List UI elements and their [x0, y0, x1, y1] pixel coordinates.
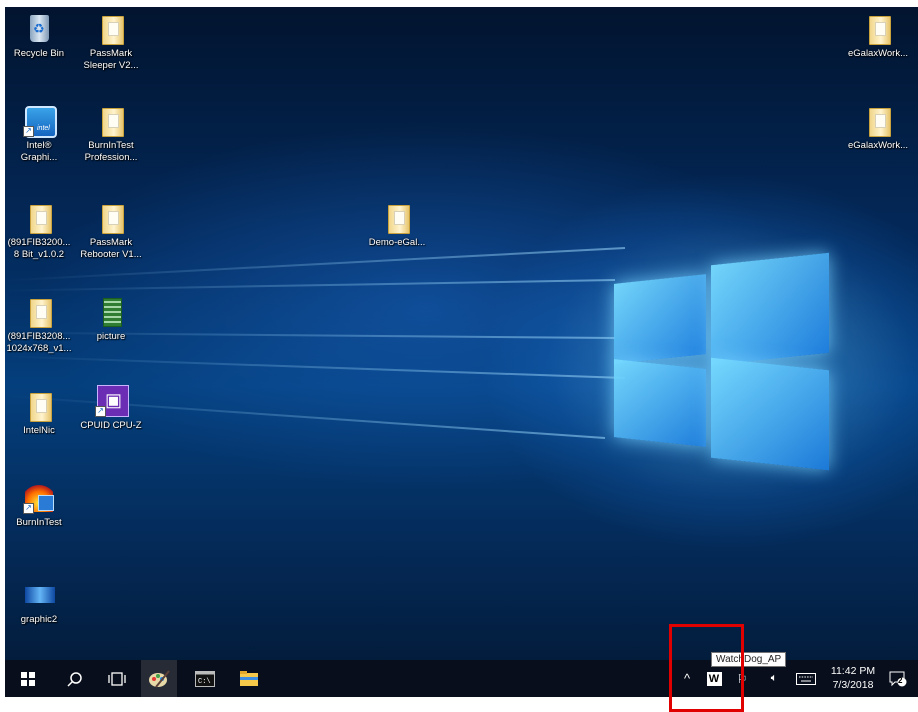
action-center-icon[interactable]: 2 [885, 660, 911, 697]
icon-label: picture [96, 331, 126, 342]
clock-time: 11:42 PM [830, 665, 876, 677]
graphic2-glyph [23, 579, 55, 611]
shortcut-arrow-icon: ↗ [95, 406, 106, 417]
task-view-icon[interactable] [103, 660, 131, 697]
folder-891fib3208-icon[interactable]: (891FIB3208... 1024x768_v1... [5, 296, 75, 355]
folder-icon [95, 202, 127, 234]
egalaxwork-1-icon[interactable]: eGalaxWork... [842, 13, 914, 60]
icon-label: BurnInTest Profession... [84, 140, 138, 163]
icon-label: eGalaxWork... [847, 48, 908, 59]
desktop: Recycle Bin PassMark Sleeper V2... ↗ Int… [5, 7, 918, 697]
logo-pane [614, 274, 706, 364]
demo-egalax-icon[interactable]: Demo-eGal... [361, 202, 433, 249]
icon-label: Intel® Graphi... [20, 140, 58, 163]
folder-icon [23, 202, 55, 234]
shortcut-arrow-icon: ↗ [23, 126, 34, 137]
notification-count: 2 [898, 676, 903, 685]
folder-891fib3200-icon[interactable]: (891FIB3200... 8 Bit_v1.0.2 [5, 202, 75, 261]
icon-label: Recycle Bin [13, 48, 65, 59]
touch-keyboard-icon[interactable] [793, 660, 819, 697]
icon-label: CPUID CPU-Z [80, 420, 142, 431]
burnintest-professional-icon[interactable]: BurnInTest Profession... [75, 105, 147, 164]
logo-pane [711, 357, 829, 471]
icon-label: eGalaxWork... [847, 140, 908, 151]
search-icon[interactable] [61, 660, 89, 697]
icon-label: PassMark Sleeper V2... [83, 48, 139, 71]
clock-date: 7/3/2018 [832, 679, 874, 691]
passmark-rebooter-icon[interactable]: PassMark Rebooter V1... [75, 202, 147, 261]
picture-icon[interactable]: picture [75, 296, 147, 343]
wallpaper-beam [5, 355, 626, 379]
cpuid-cpuz-icon[interactable]: ↗ CPUID CPU-Z [75, 385, 147, 432]
icon-label: BurnInTest [16, 517, 62, 528]
icon-label: PassMark Rebooter V1... [80, 237, 142, 260]
logo-pane [711, 252, 829, 366]
icon-label: (891FIB3208... 1024x768_v1... [6, 331, 72, 354]
picture-glyph [95, 296, 127, 328]
folder-icon [23, 296, 55, 328]
passmark-sleeper-icon[interactable]: PassMark Sleeper V2... [75, 13, 147, 72]
wallpaper-beam [5, 279, 616, 292]
folder-icon [381, 202, 413, 234]
icon-label: IntelNic [23, 425, 55, 436]
egalaxwork-2-icon[interactable]: eGalaxWork... [842, 105, 914, 152]
recycle-bin-glyph [23, 13, 55, 45]
icon-label: graphic2 [20, 614, 58, 625]
paint-brush-app-icon[interactable] [141, 660, 177, 697]
svg-text:C:\: C:\ [198, 678, 211, 686]
logo-pane [614, 359, 706, 447]
cpu-chip-icon: ↗ [95, 385, 129, 417]
graphic2-icon[interactable]: graphic2 [5, 579, 75, 626]
windows-start-icon[interactable] [14, 660, 42, 697]
burnintest-icon[interactable]: ↗ BurnInTest [5, 482, 75, 529]
icon-label: Demo-eGal... [368, 237, 426, 248]
folder-icon [862, 13, 894, 45]
intelnic-icon[interactable]: IntelNic [5, 390, 75, 437]
clock[interactable]: 11:42 PM 7/3/2018 [827, 664, 879, 692]
recycle-bin-icon[interactable]: Recycle Bin [5, 13, 75, 60]
icon-label: (891FIB3200... 8 Bit_v1.0.2 [7, 237, 71, 260]
burnintest-flame-icon: ↗ [23, 482, 55, 514]
shortcut-arrow-icon: ↗ [23, 503, 34, 514]
folder-icon [862, 105, 894, 137]
file-explorer-icon[interactable] [233, 660, 265, 697]
intel-graphics-icon[interactable]: ↗ Intel® Graphi... [5, 105, 75, 164]
windows-wallpaper-logo [614, 249, 834, 471]
folder-icon [95, 105, 127, 137]
folder-icon [23, 390, 55, 422]
command-prompt-icon[interactable]: C:\ [189, 660, 221, 697]
highlight-box [669, 624, 744, 712]
intel-graphics-glyph: ↗ [23, 105, 57, 138]
folder-icon [95, 13, 127, 45]
